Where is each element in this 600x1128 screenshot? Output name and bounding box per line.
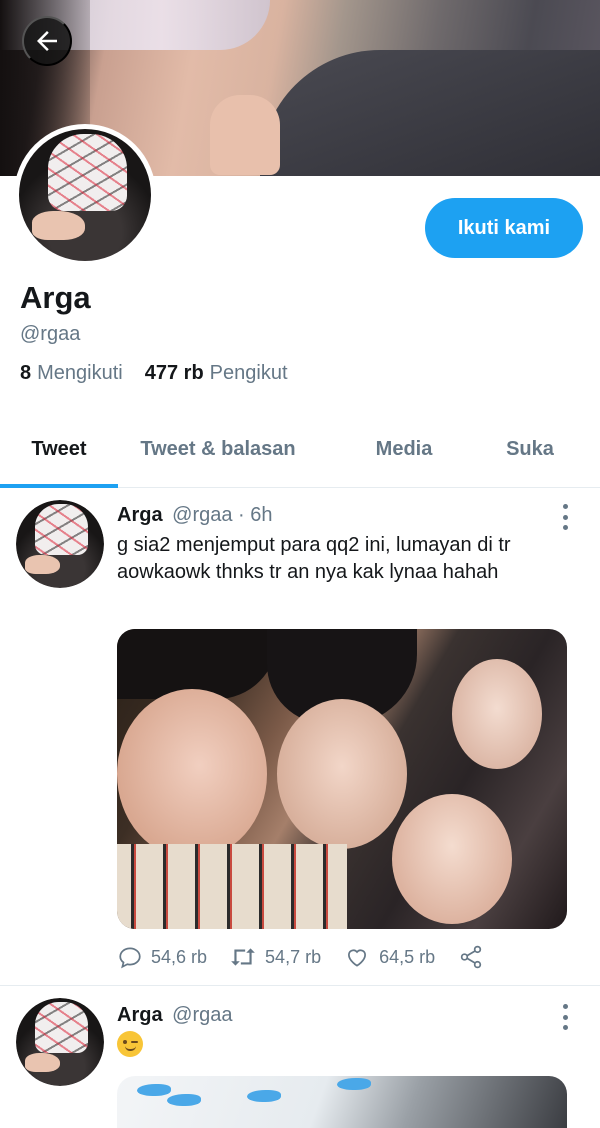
photo-coat-shape [117, 844, 347, 929]
avatar-hand-shape [24, 554, 60, 574]
tweet-time: · 6h [238, 504, 273, 526]
tab-likes[interactable]: Suka [490, 412, 570, 486]
following-count: 8 [20, 362, 32, 384]
tweet-text [117, 1030, 567, 1057]
photo-face-shape [452, 659, 542, 769]
followers-label: Pengikut [209, 362, 288, 384]
profile-handle: @rgaa [20, 323, 81, 345]
photo-bird-shape [137, 1084, 171, 1096]
followers-stat[interactable]: 477 rb Pengikut [145, 362, 288, 385]
photo-face-shape [277, 699, 407, 849]
profile-display-name: Arga [20, 280, 91, 315]
more-vertical-icon[interactable] [556, 504, 574, 530]
more-vertical-icon[interactable] [556, 1004, 574, 1030]
profile-tabs: Tweet Tweet & balasan Media Suka [0, 412, 600, 488]
like-icon [348, 949, 367, 967]
retweet-action[interactable]: 54,7 rb [229, 944, 321, 970]
photo-face-shape [392, 794, 512, 924]
tweet-photo[interactable] [117, 629, 567, 929]
tweet-avatar-image [16, 500, 104, 588]
tweet-author-handle: @rgaa [172, 504, 233, 526]
following-stat[interactable]: 8 Mengikuti [20, 362, 123, 385]
banner-hand-shape [210, 95, 280, 175]
avatar-hand-shape [24, 1052, 60, 1072]
tweet-header: Arga @rgaa · 6h [117, 504, 273, 527]
avatar-cap-shape [48, 134, 128, 211]
avatar-cap-shape [35, 1001, 89, 1053]
tweet-header: Arga @rgaa [117, 1004, 232, 1027]
tweet-photo[interactable] [117, 1076, 567, 1128]
tweet-avatar-image [16, 998, 104, 1086]
tweet-avatar[interactable] [16, 998, 104, 1086]
tweet-actions: 54,6 rb 54,7 rb 64,5 rb [117, 944, 507, 970]
winking-face-emoji [117, 1030, 143, 1057]
photo-bird-shape [337, 1078, 371, 1090]
tweet-author-name[interactable]: Arga [117, 1004, 163, 1026]
photo-face-shape [117, 689, 267, 859]
tweet-avatar[interactable] [16, 500, 104, 588]
avatar-cap-shape [35, 503, 89, 555]
profile-avatar[interactable] [14, 124, 156, 266]
following-label: Mengikuti [37, 362, 123, 384]
share-action[interactable] [457, 944, 485, 970]
back-button[interactable] [22, 16, 72, 66]
share-icon [460, 945, 482, 969]
reply-count: 54,6 rb [151, 946, 208, 967]
tab-tweet[interactable]: Tweet [0, 412, 118, 488]
banner-hoodie-shape [260, 50, 600, 176]
back-arrow-icon [37, 31, 57, 51]
tweet-author-name[interactable]: Arga [117, 504, 163, 526]
retweet-count: 54,7 rb [265, 946, 322, 967]
tab-tweet-replies[interactable]: Tweet & balasan [118, 412, 318, 486]
photo-bird-shape [167, 1094, 201, 1106]
reply-action[interactable]: 54,6 rb [117, 944, 207, 970]
followers-count: 477 rb [144, 362, 204, 384]
retweet-icon [231, 948, 255, 966]
like-action[interactable]: 64,5 rb [343, 944, 435, 970]
follow-button[interactable]: Ikuti kami [425, 198, 583, 258]
like-count: 64,5 rb [379, 946, 436, 967]
photo-bird-shape [247, 1090, 281, 1102]
tweet-divider [0, 985, 600, 986]
avatar-hand-shape [32, 210, 85, 240]
tab-media[interactable]: Media [318, 412, 490, 486]
tweet-text: g sia2 menjemput para qq2 ini, lumayan d… [117, 534, 511, 583]
reply-icon [119, 947, 141, 969]
tweet-author-handle: @rgaa [172, 1004, 233, 1026]
avatar-image [19, 129, 151, 261]
profile-stats: 8 Mengikuti 477 rb Pengikut [20, 362, 288, 385]
